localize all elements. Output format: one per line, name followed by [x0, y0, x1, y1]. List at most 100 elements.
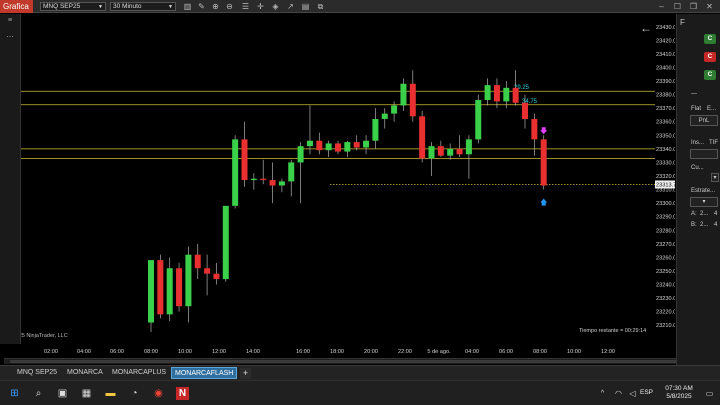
notifications-icon[interactable]: ▭: [703, 387, 716, 400]
volume-icon[interactable]: ◁: [626, 387, 639, 400]
list-icon[interactable]: ≡: [5, 17, 15, 25]
widgets-icon[interactable]: ▦: [80, 387, 93, 400]
time-tick-label: 06:00: [110, 349, 124, 355]
chevron-down-icon: ▼: [98, 4, 103, 10]
timeframe-selector[interactable]: 30 Minuto ▼: [110, 2, 176, 11]
strategy-selector[interactable]: ▾: [690, 197, 718, 207]
windows-start-icon[interactable]: ⊞: [8, 387, 21, 400]
price-tick-label: 23430.00: [656, 25, 675, 31]
sell-signal-arrow: [540, 127, 548, 135]
more-icon[interactable]: ⋯: [5, 34, 15, 42]
app-title: Grafica: [0, 0, 33, 13]
instrument-input[interactable]: [690, 149, 718, 159]
candle-body: [363, 140, 370, 148]
close-icon[interactable]: ✕: [705, 2, 714, 11]
tab-monarcaplus[interactable]: MONARCAPLUS: [109, 367, 169, 379]
tab-mnq-sep25[interactable]: MNQ SEP25: [14, 367, 60, 379]
chrome-icon[interactable]: ◉: [152, 387, 165, 400]
back-arrow-icon[interactable]: ←: [640, 21, 652, 35]
draw-tool-icon[interactable]: ↗: [286, 2, 295, 11]
candle-body: [222, 205, 229, 280]
minimize-icon[interactable]: –: [657, 2, 666, 11]
pencil-icon[interactable]: ✎: [197, 2, 206, 11]
quantity-stepper[interactable]: ▾: [711, 173, 719, 182]
template-icon[interactable]: ▤: [301, 2, 310, 11]
chart-left-strip: ≡ ⋯: [0, 14, 21, 344]
tab-monarcaflash[interactable]: MONARCAFLASH: [171, 367, 238, 379]
price-tick-label: 23340.00: [656, 147, 675, 153]
crosshair-icon[interactable]: ✛: [256, 2, 265, 11]
a-value: 2...: [700, 211, 709, 217]
candle-body: [335, 143, 341, 152]
candle-body: [297, 146, 304, 163]
instrument-short-label: Ins...: [691, 140, 705, 146]
time-tick-label: 14:00: [246, 349, 260, 355]
time-tick-label: 10:00: [178, 349, 192, 355]
price-tick-label: 23300.00: [656, 201, 675, 207]
time-tick-label: 04:00: [77, 349, 91, 355]
e-label: E...: [707, 106, 717, 112]
bar-chart-icon[interactable]: ▥: [183, 2, 192, 11]
candle-body: [306, 140, 313, 147]
price-tick-label: 23280.00: [656, 228, 675, 234]
link-icon[interactable]: ⧉: [316, 2, 325, 11]
price-chart[interactable]: 29.2534.75 ← © 2025 NinjaTrader, LLC Tie…: [0, 14, 655, 344]
buy-button-1[interactable]: C: [704, 34, 716, 44]
candle-body: [522, 102, 528, 120]
panel-separator: —: [691, 91, 697, 97]
candle-body: [260, 178, 267, 181]
time-tick-label: 12:00: [212, 349, 226, 355]
pnl-box: PnL: [690, 115, 718, 126]
horizontal-scrollbar[interactable]: [4, 358, 685, 364]
candle-body: [456, 148, 463, 155]
file-explorer-icon[interactable]: ▬: [104, 387, 117, 400]
candle-body: [447, 148, 454, 156]
candle-body: [391, 105, 398, 114]
wifi-icon[interactable]: ◠: [612, 387, 625, 400]
language-indicator[interactable]: ESP: [640, 389, 653, 396]
zoom-in-icon[interactable]: ⊕: [211, 2, 220, 11]
candle-body: [166, 268, 173, 315]
sell-button-1[interactable]: C: [704, 52, 716, 62]
candle-body: [250, 178, 257, 181]
b-label: B:: [691, 222, 697, 228]
time-tick-label: 08:00: [144, 349, 158, 355]
price-tick-label: 23240.00: [656, 283, 675, 289]
price-tick-label: 23420.00: [656, 38, 675, 44]
restore-icon[interactable]: ❐: [689, 2, 698, 11]
candle-body: [419, 116, 426, 159]
instrument-selector[interactable]: MNQ SEP25 ▼: [40, 2, 106, 11]
flat-label: Flat: [691, 106, 702, 112]
instrument-label: MNQ SEP25: [43, 3, 81, 10]
system-clock[interactable]: 07:30 AM 5/8/2025: [660, 385, 698, 401]
maximize-icon[interactable]: ☐: [673, 2, 682, 11]
candle-body: [278, 181, 285, 186]
tab-monarca[interactable]: MONARCA: [64, 367, 106, 379]
app-icon[interactable]: ◔: [128, 387, 141, 400]
trading-panel: F C C C — Flat E... PnL Ins... TIF Cu...…: [676, 14, 720, 365]
strategy-icon[interactable]: ◈: [271, 2, 280, 11]
candlestick-series: [148, 70, 547, 332]
zoom-out-icon[interactable]: ⊖: [225, 2, 234, 11]
time-tick-label: 20:00: [364, 349, 378, 355]
candle-body: [204, 268, 211, 274]
time-tick-label: 04:00: [465, 349, 479, 355]
b-num: 4: [714, 222, 718, 228]
properties-icon[interactable]: ☰: [241, 2, 250, 11]
candle-body: [409, 83, 416, 117]
task-view-icon[interactable]: ▣: [56, 387, 69, 400]
tray-chevron-icon[interactable]: ^: [596, 387, 609, 400]
candle-body: [493, 85, 500, 102]
candle-body: [437, 146, 444, 156]
price-tick-label: 23250.00: [656, 269, 675, 275]
scrollbar-thumb[interactable]: [10, 360, 676, 363]
clock-time: 07:30 AM: [665, 385, 693, 392]
candle-body: [465, 139, 472, 155]
search-icon[interactable]: ⌕: [32, 387, 45, 400]
price-tick-label: 23360.00: [656, 120, 675, 126]
buy-button-2[interactable]: C: [704, 70, 716, 80]
candle-body: [531, 119, 538, 140]
add-tab-button[interactable]: +: [240, 368, 251, 379]
ninjatrader-icon[interactable]: N: [176, 387, 189, 400]
candle-body: [241, 139, 248, 181]
